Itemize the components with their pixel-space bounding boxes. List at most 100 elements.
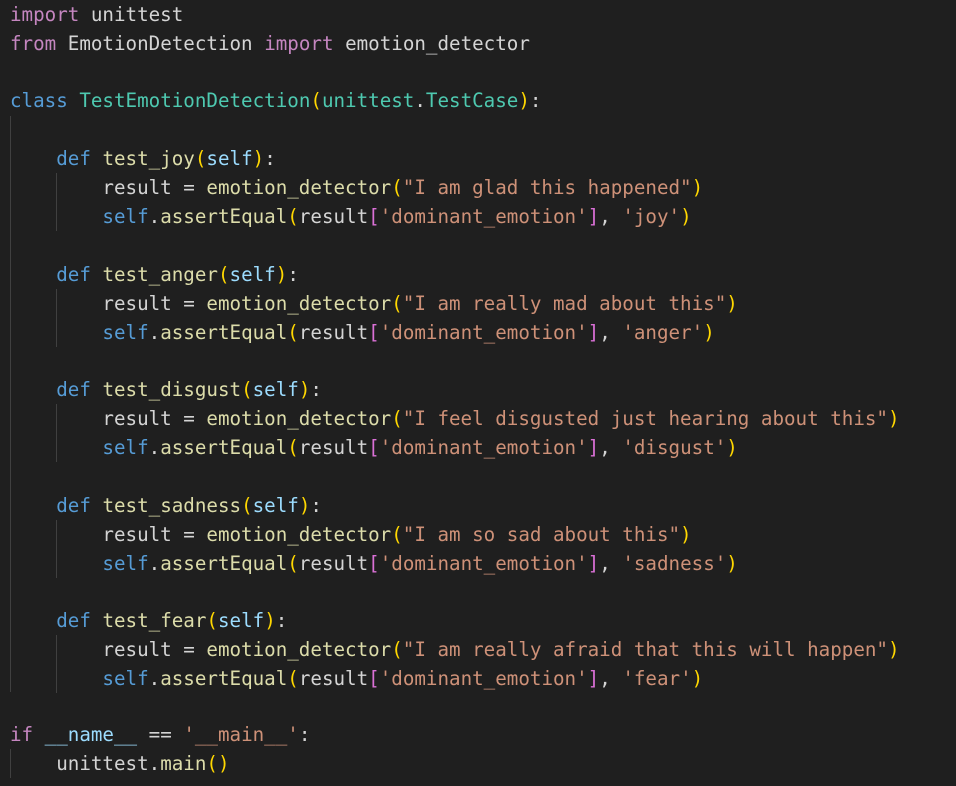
bracket: ( bbox=[391, 638, 403, 661]
indent-guide bbox=[56, 520, 57, 578]
expected-emotion: 'disgust' bbox=[622, 436, 727, 459]
bracket: ] bbox=[587, 205, 600, 228]
bracket: ) bbox=[887, 407, 900, 430]
code-editor[interactable]: import unittest from EmotionDetection im… bbox=[0, 0, 956, 786]
bracket: [ bbox=[368, 552, 380, 575]
result-variable: result bbox=[102, 638, 172, 661]
bracket: ) bbox=[726, 552, 738, 575]
bracket: ( bbox=[194, 147, 207, 170]
indent-guide bbox=[56, 289, 57, 347]
base-module: unittest bbox=[321, 89, 415, 112]
self-keyword: self bbox=[102, 436, 149, 459]
dict-key: 'dominant_emotion' bbox=[379, 321, 588, 344]
bracket: ) bbox=[887, 638, 900, 661]
bracket: [ bbox=[368, 667, 380, 690]
keyword: def bbox=[56, 147, 91, 170]
keyword: from bbox=[10, 32, 57, 55]
code-line[interactable]: def test_sadness(self): bbox=[10, 491, 322, 520]
self-param: self bbox=[252, 494, 299, 517]
code-line[interactable]: import unittest bbox=[10, 0, 183, 29]
bracket: ] bbox=[587, 321, 600, 344]
keyword: def bbox=[56, 378, 91, 401]
code-line[interactable]: result = emotion_detector("I am really m… bbox=[10, 289, 737, 318]
code-line[interactable]: result = emotion_detector("I am so sad a… bbox=[10, 520, 691, 549]
bracket: ( bbox=[287, 321, 299, 344]
bracket: ) bbox=[275, 263, 288, 286]
indent-guide bbox=[56, 635, 57, 693]
self-keyword: self bbox=[102, 552, 149, 575]
bracket: ) bbox=[703, 321, 715, 344]
bracket: ) bbox=[691, 667, 704, 690]
function-call: emotion_detector bbox=[206, 292, 392, 315]
code-line[interactable]: self.assertEqual(result['dominant_emotio… bbox=[10, 318, 715, 347]
code-line[interactable]: def test_anger(self): bbox=[10, 260, 299, 289]
bracket: ] bbox=[587, 436, 600, 459]
module-name: unittest bbox=[56, 752, 149, 775]
keyword: import bbox=[10, 3, 80, 26]
code-line[interactable]: def test_disgust(self): bbox=[10, 375, 322, 404]
keyword: import bbox=[264, 32, 334, 55]
bracket: ( bbox=[391, 292, 403, 315]
bracket: ( bbox=[287, 205, 299, 228]
function-call: emotion_detector bbox=[206, 523, 392, 546]
bracket: ( bbox=[241, 378, 253, 401]
bracket: ) bbox=[691, 176, 704, 199]
code-line[interactable]: from EmotionDetection import emotion_det… bbox=[10, 29, 530, 58]
input-string: "I am really mad about this" bbox=[402, 292, 727, 315]
input-string: "I feel disgusted just hearing about thi… bbox=[402, 407, 888, 430]
bracket: [ bbox=[368, 321, 380, 344]
bracket: ( bbox=[287, 436, 299, 459]
code-line[interactable]: def test_joy(self): bbox=[10, 144, 276, 173]
result-variable: result bbox=[102, 176, 172, 199]
keyword: class bbox=[10, 89, 68, 112]
bracket: ] bbox=[587, 667, 600, 690]
imported-function: emotion_detector bbox=[345, 32, 530, 55]
input-string: "I am so sad about this" bbox=[402, 523, 681, 546]
code-line[interactable]: self.assertEqual(result['dominant_emotio… bbox=[10, 202, 691, 231]
test-method-name: test_sadness bbox=[102, 494, 242, 517]
indent-guide bbox=[56, 173, 57, 231]
bracket: ) bbox=[264, 609, 276, 632]
code-line[interactable]: self.assertEqual(result['dominant_emotio… bbox=[10, 433, 737, 462]
code-line[interactable]: result = emotion_detector("I feel disgus… bbox=[10, 404, 900, 433]
code-line[interactable]: self.assertEqual(result['dominant_emotio… bbox=[10, 549, 738, 578]
code-line[interactable]: class TestEmotionDetection(unittest.Test… bbox=[10, 86, 541, 115]
self-param: self bbox=[252, 378, 299, 401]
code-line[interactable]: self.assertEqual(result['dominant_emotio… bbox=[10, 664, 703, 693]
bracket: ( bbox=[287, 552, 299, 575]
test-method-name: test_anger bbox=[102, 263, 218, 286]
bracket: () bbox=[206, 752, 230, 775]
code-line[interactable]: def test_fear(self): bbox=[10, 606, 287, 635]
input-string: "I am really afraid that this will happe… bbox=[402, 638, 888, 661]
bracket: ) bbox=[518, 89, 530, 112]
test-method-name: test_joy bbox=[102, 147, 195, 170]
indent-guide bbox=[56, 404, 57, 462]
dict-key: 'dominant_emotion' bbox=[379, 552, 588, 575]
assert-call: assertEqual bbox=[160, 436, 288, 459]
result-variable: result bbox=[102, 523, 172, 546]
self-keyword: self bbox=[102, 321, 149, 344]
bracket: ] bbox=[587, 552, 600, 575]
test-method-name: test_disgust bbox=[102, 378, 242, 401]
function-call: emotion_detector bbox=[206, 407, 392, 430]
keyword: if bbox=[10, 723, 34, 746]
self-keyword: self bbox=[102, 667, 149, 690]
expected-emotion: 'fear' bbox=[622, 667, 692, 690]
bracket: ( bbox=[206, 609, 218, 632]
keyword: def bbox=[56, 263, 91, 286]
test-method-name: test_fear bbox=[102, 609, 207, 632]
expected-emotion: 'joy' bbox=[622, 205, 681, 228]
module-name: EmotionDetection bbox=[67, 32, 253, 55]
code-line[interactable]: result = emotion_detector("I am glad thi… bbox=[10, 173, 703, 202]
self-param: self bbox=[217, 609, 265, 632]
assert-call: assertEqual bbox=[160, 667, 288, 690]
code-line[interactable]: if __name__ == '__main__': bbox=[10, 720, 310, 749]
code-line[interactable]: result = emotion_detector("I am really a… bbox=[10, 635, 900, 664]
dict-key: 'dominant_emotion' bbox=[379, 667, 588, 690]
bracket: ( bbox=[241, 494, 253, 517]
code-line[interactable]: unittest.main() bbox=[10, 749, 230, 778]
result-variable: result bbox=[298, 436, 369, 459]
result-variable: result bbox=[298, 667, 369, 690]
bracket: [ bbox=[368, 436, 380, 459]
dict-key: 'dominant_emotion' bbox=[379, 436, 588, 459]
